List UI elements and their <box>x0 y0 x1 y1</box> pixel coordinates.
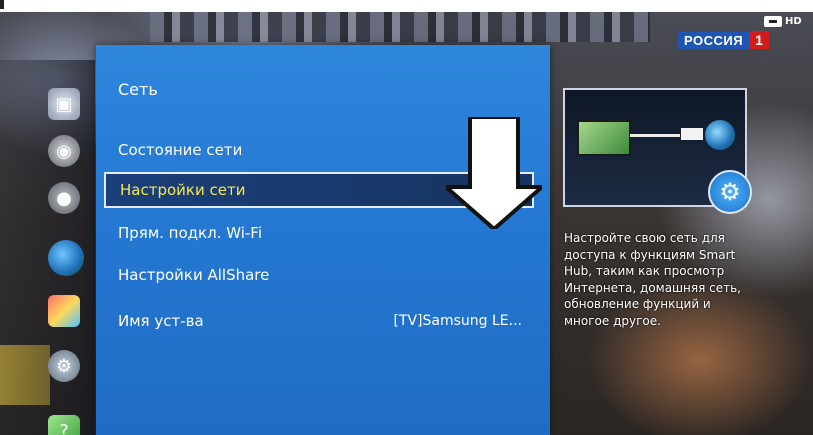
device-name-value: [TV]Samsung LE... <box>393 313 522 329</box>
network-globe-icon[interactable] <box>48 240 84 276</box>
menu-item-label: Настройки AllShare <box>118 266 270 284</box>
internet-globe-icon <box>705 120 735 150</box>
tv-screen: HD РОССИЯ 1 ▣ ◉ ● ⚙ ? Сеть Состояние сет… <box>0 0 813 435</box>
picture-icon[interactable]: ▣ <box>48 88 80 120</box>
broadcast-icon[interactable]: ● <box>48 182 80 214</box>
corner-mark <box>0 0 4 9</box>
hd-badge: HD <box>760 14 806 28</box>
menu-item-label: Прям. подкл. Wi-Fi <box>118 224 263 242</box>
help-description: Настройте свою сеть для доступа к функци… <box>564 231 741 328</box>
network-gear-icon: ⚙ <box>708 170 752 214</box>
channel-name: РОССИЯ <box>678 31 750 49</box>
menu-item-label: Имя уст-ва <box>118 312 204 330</box>
down-arrow-icon <box>446 117 542 229</box>
sound-icon[interactable]: ◉ <box>48 135 80 167</box>
network-menu-panel: Сеть Состояние сети Настройки сети Прям.… <box>96 45 550 435</box>
tv-illustration-icon <box>577 120 631 156</box>
channel-logo: РОССИЯ 1 <box>678 29 769 51</box>
menu-item-label: Состояние сети <box>118 141 243 159</box>
background-image-strip <box>150 12 650 42</box>
settings-sidebar: ▣ ◉ ● ⚙ ? <box>0 60 95 435</box>
cable-line <box>630 134 680 137</box>
menu-item-label: Настройки сети <box>120 181 246 199</box>
menu-item-allshare-settings[interactable]: Настройки AllShare <box>104 257 534 293</box>
smart-hub-cube-icon[interactable] <box>48 295 80 327</box>
hd-label: HD <box>785 15 802 27</box>
panel-title: Сеть <box>118 80 158 99</box>
help-panel: ⚙ Настройте свою сеть для доступа к функ… <box>558 80 753 435</box>
settings-gear-icon[interactable]: ⚙ <box>48 350 80 382</box>
router-illustration-icon <box>681 128 703 140</box>
support-icon[interactable]: ? <box>48 415 80 435</box>
menu-item-device-name[interactable]: Имя уст-ва [TV]Samsung LE... <box>104 303 534 339</box>
top-white-bar <box>0 0 813 12</box>
hd-icon <box>764 15 782 27</box>
channel-number: 1 <box>749 31 769 49</box>
